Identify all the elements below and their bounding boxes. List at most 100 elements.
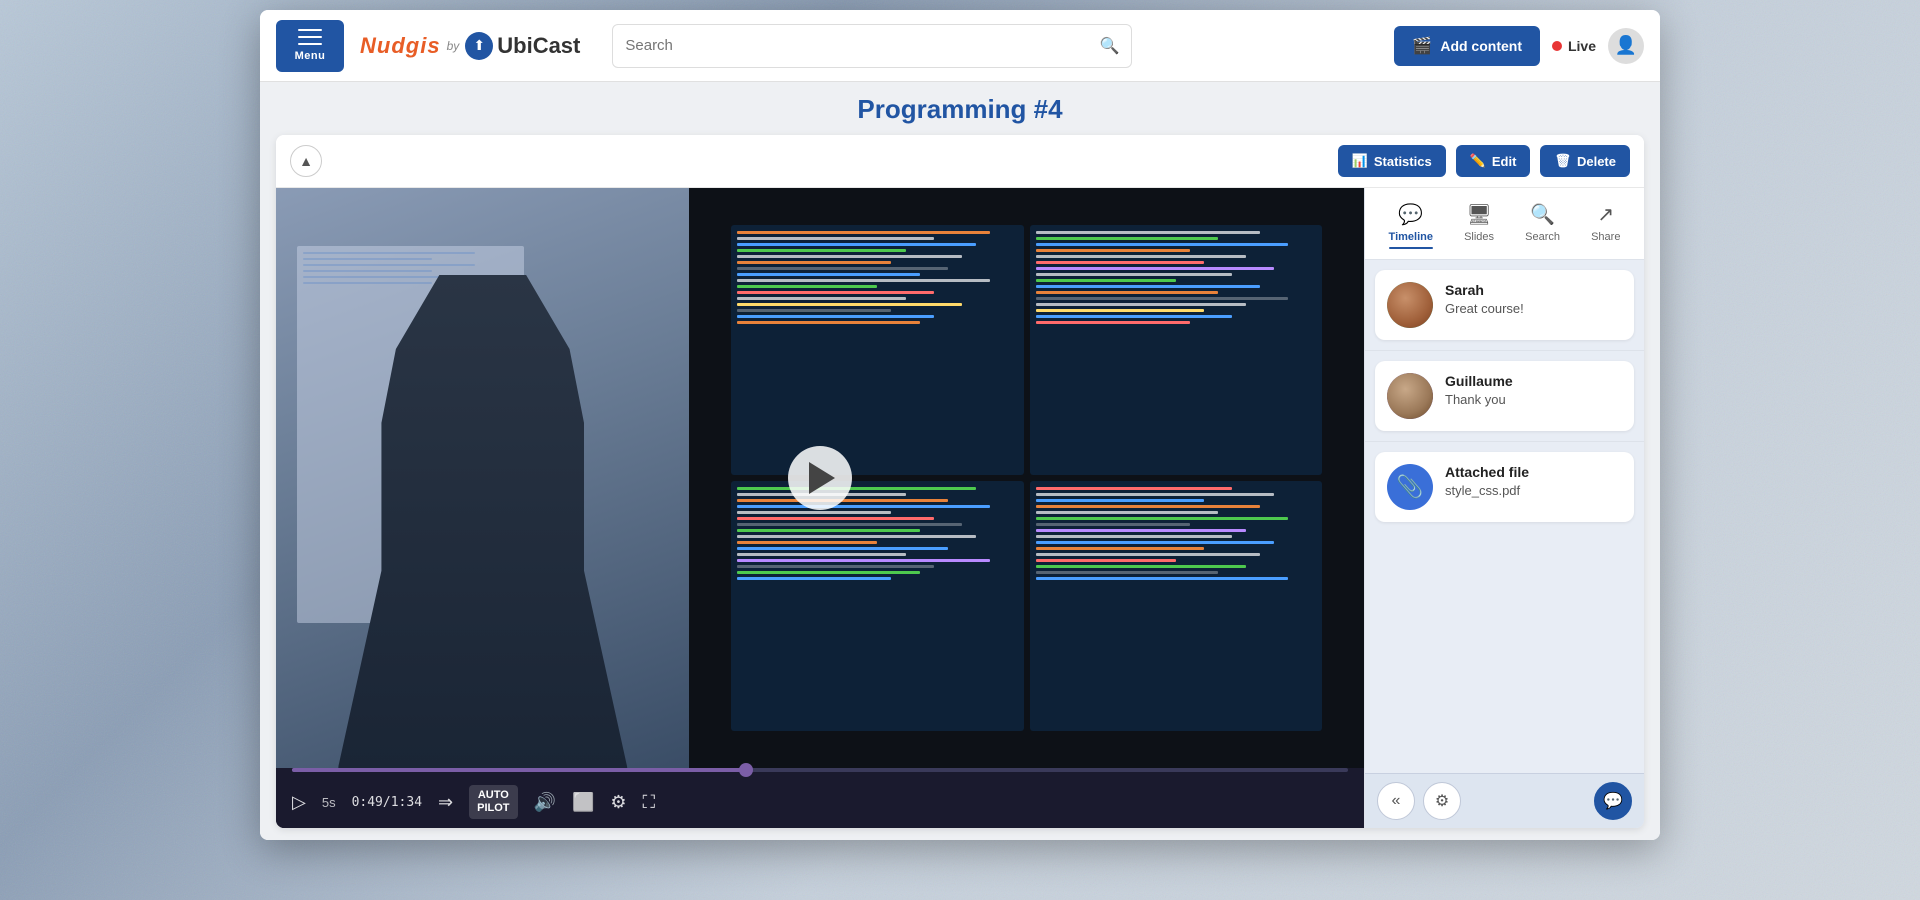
tab-slides-label: Slides: [1464, 231, 1494, 243]
chat-divider-1: [1365, 350, 1644, 351]
video-player[interactable]: [276, 188, 1364, 768]
chat-author-sarah: Sarah: [1445, 282, 1622, 298]
chat-text-guillaume: Thank you: [1445, 392, 1622, 407]
time-display: 0:49/1:34: [352, 795, 422, 810]
play-button[interactable]: [788, 446, 852, 510]
chat-text-sarah: Great course!: [1445, 301, 1622, 316]
logo: Nudgis by UbiCast: [360, 32, 580, 60]
attachment-label: Attached file: [1445, 464, 1622, 480]
tab-slides[interactable]: 🖥 Slides: [1456, 198, 1502, 253]
statistics-button[interactable]: 📊 Statistics: [1338, 145, 1446, 177]
logo-nudgis: Nudgis: [360, 33, 441, 59]
progress-fill: [292, 768, 746, 772]
page-title-row: Programming #4: [276, 94, 1644, 125]
search-tab-icon: 🔍: [1530, 202, 1555, 227]
guillaume-face: [1387, 373, 1433, 419]
chat-info-guillaume: Guillaume Thank you: [1445, 373, 1622, 407]
sarah-face: [1387, 282, 1433, 328]
code-panel-1: [731, 225, 1024, 475]
chat-message-sarah: Sarah Great course!: [1375, 270, 1634, 340]
subtitles-button[interactable]: ⬜: [572, 792, 594, 813]
sidebar-panel: 💬 Timeline 🖥 Slides 🔍 Search: [1364, 188, 1644, 828]
settings-button[interactable]: ⚙: [610, 792, 626, 813]
attachment-filename: style_css.pdf: [1445, 483, 1622, 498]
logo-ubicast: UbiCast: [497, 33, 580, 59]
tab-active-indicator: [1389, 247, 1433, 249]
chat-info-sarah: Sarah Great course!: [1445, 282, 1622, 316]
add-content-icon: 🎬: [1412, 36, 1432, 56]
code-panel-2: [1030, 225, 1323, 475]
add-content-button[interactable]: 🎬 Add content: [1394, 26, 1540, 66]
live-label: Live: [1568, 38, 1596, 54]
tab-share[interactable]: ↗ Share: [1583, 198, 1628, 253]
avatar-guillaume: [1387, 373, 1433, 419]
delete-label: Delete: [1577, 154, 1616, 169]
autopilot-button[interactable]: AUTOPILOT: [469, 785, 517, 819]
tab-bar: 💬 Timeline 🖥 Slides 🔍 Search: [1365, 188, 1644, 260]
progress-thumb[interactable]: [739, 763, 753, 777]
skip-label: 5s: [322, 795, 336, 810]
tab-search-label: Search: [1525, 231, 1560, 243]
play-triangle-icon: [809, 462, 835, 494]
video-section: ▷ 5s 0:49/1:34 ⇒ AUTOPILOT 🔊 ⬜ ⚙ ⛶: [276, 188, 1364, 828]
add-content-label: Add content: [1440, 38, 1522, 54]
progress-track[interactable]: [292, 768, 1348, 772]
skip-forward-button[interactable]: ⇒: [438, 792, 453, 813]
video-presenter: [276, 188, 689, 768]
live-button[interactable]: Live: [1552, 38, 1596, 54]
chat-toggle-button[interactable]: 💬: [1594, 782, 1632, 820]
time-total: 1:34: [391, 795, 422, 810]
chat-attachment: 📎 Attached file style_css.pdf: [1375, 452, 1634, 522]
statistics-icon: 📊: [1352, 153, 1368, 169]
tab-timeline-label: Timeline: [1389, 231, 1433, 243]
progress-row: [276, 768, 1364, 776]
tab-timeline[interactable]: 💬 Timeline: [1381, 198, 1441, 253]
user-avatar[interactable]: 👤: [1608, 28, 1644, 64]
tab-share-label: Share: [1591, 231, 1620, 243]
content-card: ▲ 📊 Statistics ✏️ Edit 🗑 Delete: [276, 135, 1644, 828]
menu-button[interactable]: Menu: [276, 20, 344, 72]
chat-info-attachment: Attached file style_css.pdf: [1445, 464, 1622, 498]
timeline-icon: 💬: [1398, 202, 1423, 227]
edit-label: Edit: [1492, 154, 1517, 169]
navbar: Menu Nudgis by UbiCast 🔍 🎬 Add content L…: [260, 10, 1660, 82]
search-input[interactable]: [625, 37, 1099, 54]
chat-author-guillaume: Guillaume: [1445, 373, 1622, 389]
statistics-label: Statistics: [1374, 154, 1432, 169]
delete-button[interactable]: 🗑 Delete: [1540, 145, 1630, 177]
live-dot: [1552, 41, 1562, 51]
code-panel-3: [731, 481, 1024, 731]
time-current: 0:49: [352, 795, 383, 810]
logo-by: by: [447, 39, 460, 53]
card-body: ▷ 5s 0:49/1:34 ⇒ AUTOPILOT 🔊 ⬜ ⚙ ⛶: [276, 188, 1644, 828]
play-pause-button[interactable]: ▷: [292, 792, 306, 813]
nav-right: 🎬 Add content Live 👤: [1394, 26, 1644, 66]
card-toolbar: ▲ 📊 Statistics ✏️ Edit 🗑 Delete: [276, 135, 1644, 188]
chat-area: Sarah Great course! Guillaume: [1365, 260, 1644, 773]
main-content: Programming #4 ▲ 📊 Statistics ✏️ Edit 🗑 …: [260, 82, 1660, 840]
delete-icon: 🗑: [1554, 153, 1571, 169]
menu-label: Menu: [295, 50, 326, 62]
search-bar[interactable]: 🔍: [612, 24, 1132, 68]
slides-icon: 🖥: [1466, 202, 1491, 227]
chat-divider-2: [1365, 441, 1644, 442]
page-title: Programming #4: [276, 94, 1644, 125]
code-panel-4: [1030, 481, 1323, 731]
chat-message-guillaume: Guillaume Thank you: [1375, 361, 1634, 431]
app-wrapper: Menu Nudgis by UbiCast 🔍 🎬 Add content L…: [260, 10, 1660, 840]
bottom-bar: « ⚙ 💬: [1365, 773, 1644, 828]
search-icon: 🔍: [1099, 36, 1119, 56]
filter-button[interactable]: ⚙: [1423, 782, 1461, 820]
volume-button[interactable]: 🔊: [534, 792, 556, 813]
tab-search[interactable]: 🔍 Search: [1517, 198, 1568, 253]
collapse-button[interactable]: ▲: [290, 145, 322, 177]
edit-button[interactable]: ✏️ Edit: [1456, 145, 1531, 177]
avatar-sarah: [1387, 282, 1433, 328]
share-icon: ↗: [1597, 202, 1614, 227]
edit-icon: ✏️: [1470, 153, 1486, 169]
ubicast-icon: [465, 32, 493, 60]
avatar-attachment: 📎: [1387, 464, 1433, 510]
back-button[interactable]: «: [1377, 782, 1415, 820]
fullscreen-button[interactable]: ⛶: [643, 792, 656, 813]
video-controls: ▷ 5s 0:49/1:34 ⇒ AUTOPILOT 🔊 ⬜ ⚙ ⛶: [276, 776, 1364, 828]
